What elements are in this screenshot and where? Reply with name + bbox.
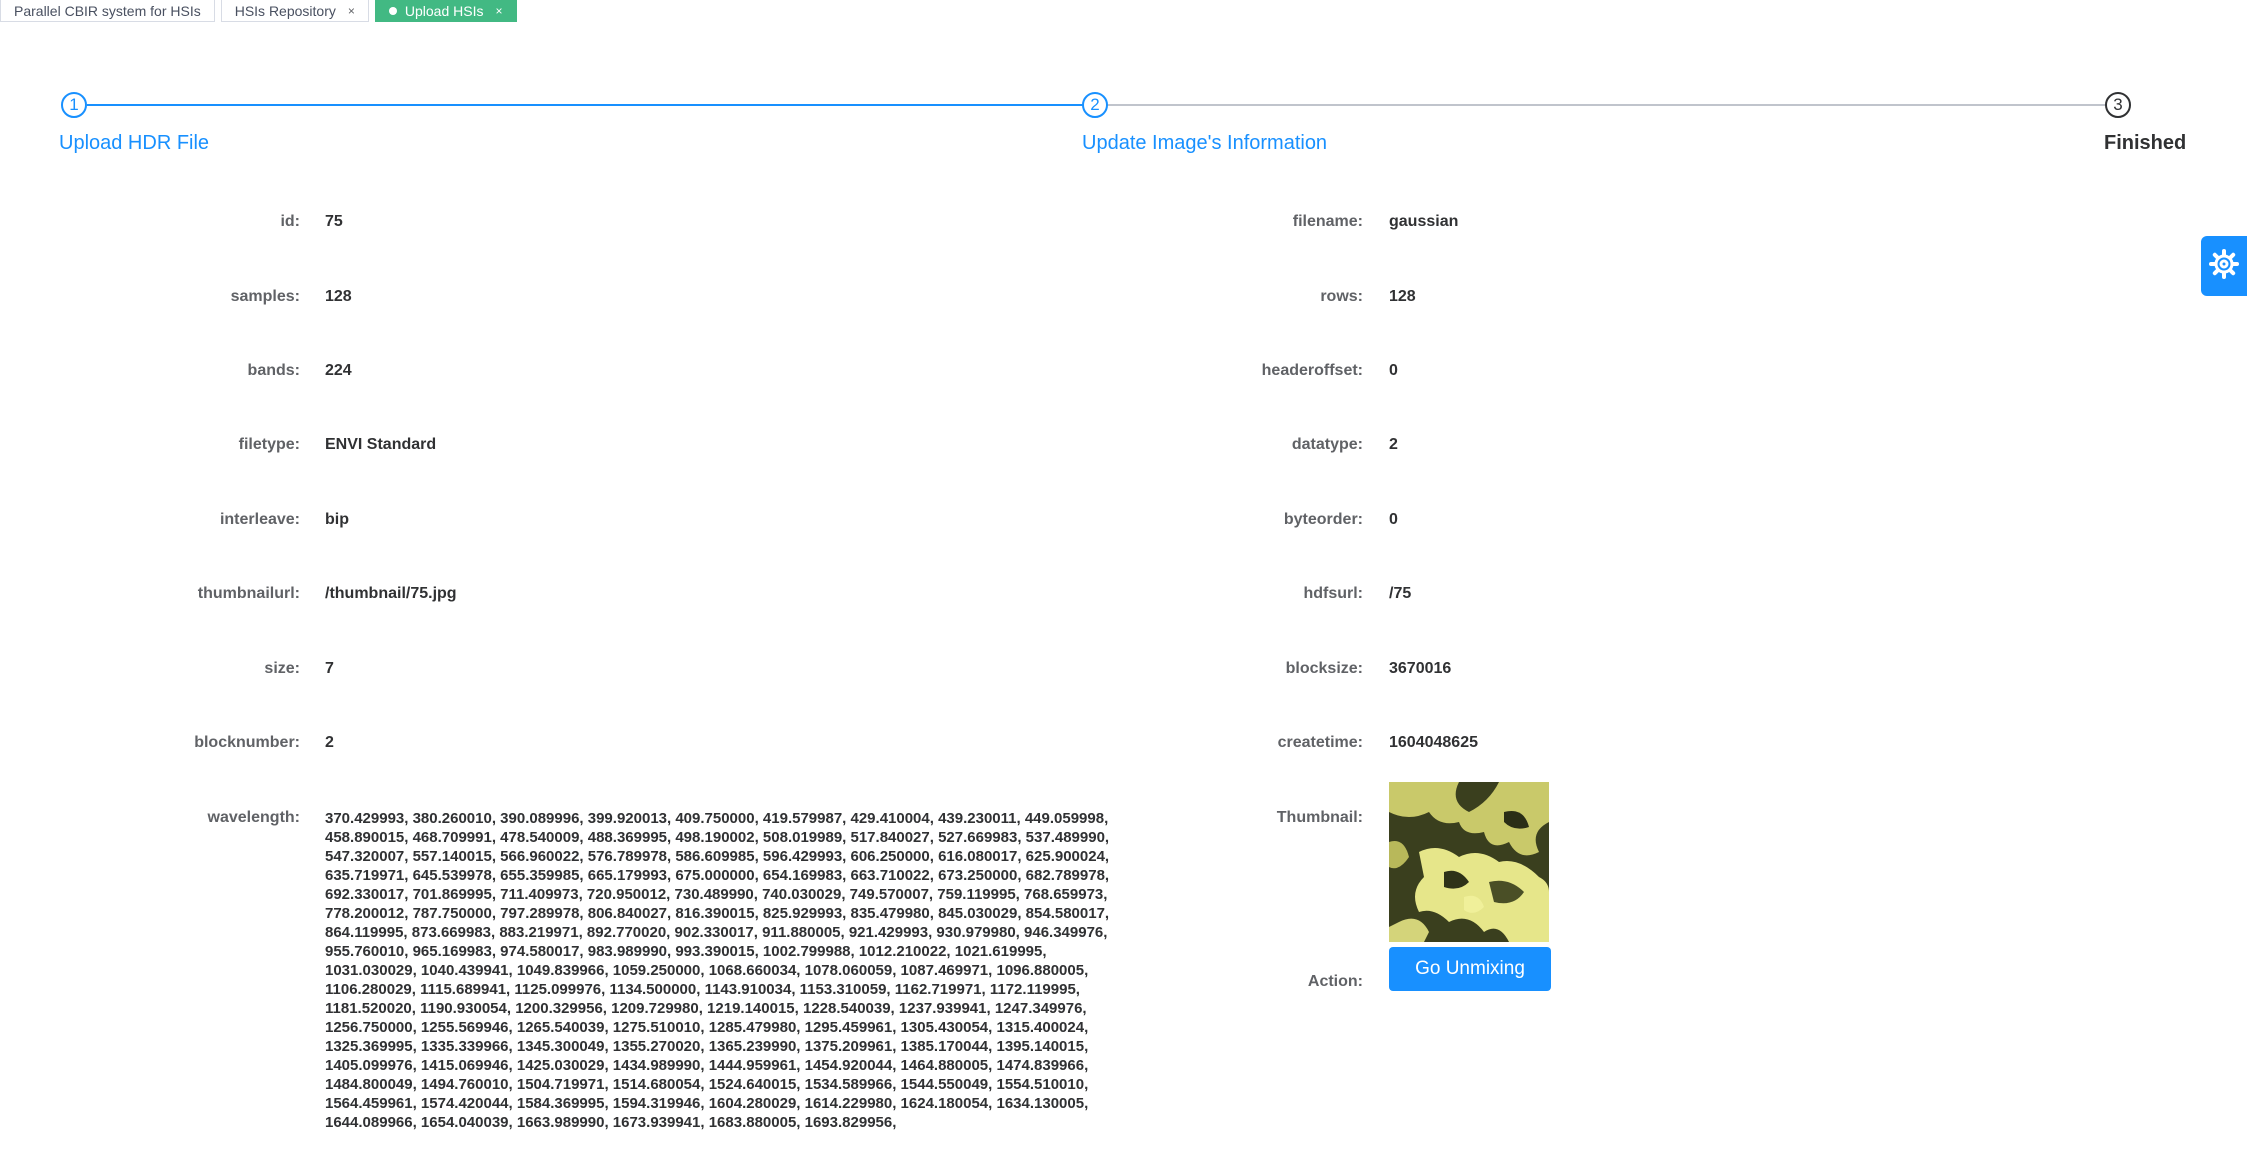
progress-steps: 1 Upload HDR File 2 Update Image's Infor… — [0, 0, 2247, 170]
step-line-pending — [1107, 104, 2109, 106]
byteorder-value: 0 — [1389, 511, 1398, 528]
go-unmixing-button[interactable]: Go Unmixing — [1389, 947, 1551, 991]
samples-value: 128 — [325, 288, 352, 305]
settings-panel-toggle[interactable] — [2201, 236, 2247, 296]
createtime-value: 1604048625 — [1389, 734, 1478, 751]
step-3-circle: 3 — [2105, 92, 2131, 118]
thumbnail-label: Thumbnail: — [1276, 809, 1363, 826]
thumbnailurl-label: thumbnailurl: — [197, 585, 300, 602]
thumbnailurl-value: /thumbnail/75.jpg — [325, 585, 457, 602]
filetype-label: filetype: — [238, 436, 300, 453]
rows-value: 128 — [1389, 288, 1416, 305]
interleave-value: bip — [325, 511, 349, 528]
filename-value: gaussian — [1389, 213, 1459, 230]
hdfsurl-label: hdfsurl: — [1303, 585, 1363, 602]
datatype-label: datatype: — [1291, 436, 1363, 453]
step-2-circle: 2 — [1082, 92, 1108, 118]
id-value: 75 — [325, 213, 343, 230]
filename-label: filename: — [1292, 213, 1363, 230]
datatype-value: 2 — [1389, 436, 1398, 453]
size-label: size: — [264, 660, 300, 677]
size-value: 7 — [325, 660, 334, 677]
createtime-label: createtime: — [1277, 734, 1363, 751]
step-1-circle: 1 — [61, 92, 87, 118]
headeroffset-label: headeroffset: — [1261, 362, 1363, 379]
rows-label: rows: — [1320, 288, 1363, 305]
action-label: Action: — [1307, 973, 1363, 990]
blocksize-value: 3670016 — [1389, 660, 1452, 677]
bands-label: bands: — [247, 362, 300, 379]
step-line-complete — [87, 104, 1092, 106]
gear-icon — [2209, 248, 2239, 284]
blocknumber-value: 2 — [325, 734, 334, 751]
thumbnail-image — [1389, 782, 1549, 942]
headeroffset-value: 0 — [1389, 362, 1398, 379]
bands-value: 224 — [325, 362, 352, 379]
blocknumber-label: blocknumber: — [194, 734, 300, 751]
filetype-value: ENVI Standard — [325, 436, 437, 453]
blocksize-label: blocksize: — [1285, 660, 1363, 677]
step-2-title: Update Image's Information — [1082, 132, 1328, 154]
byteorder-label: byteorder: — [1283, 511, 1363, 528]
interleave-label: interleave: — [219, 511, 300, 528]
id-label: id: — [280, 213, 300, 230]
wavelength-value: 370.429993, 380.260010, 390.089996, 399.… — [325, 810, 1110, 1131]
step-1-title: Upload HDR File — [59, 132, 210, 154]
hdfsurl-value: /75 — [1389, 585, 1412, 602]
wavelength-label: wavelength: — [207, 809, 300, 826]
samples-label: samples: — [230, 288, 300, 305]
step-3-title: Finished — [2104, 132, 2187, 154]
